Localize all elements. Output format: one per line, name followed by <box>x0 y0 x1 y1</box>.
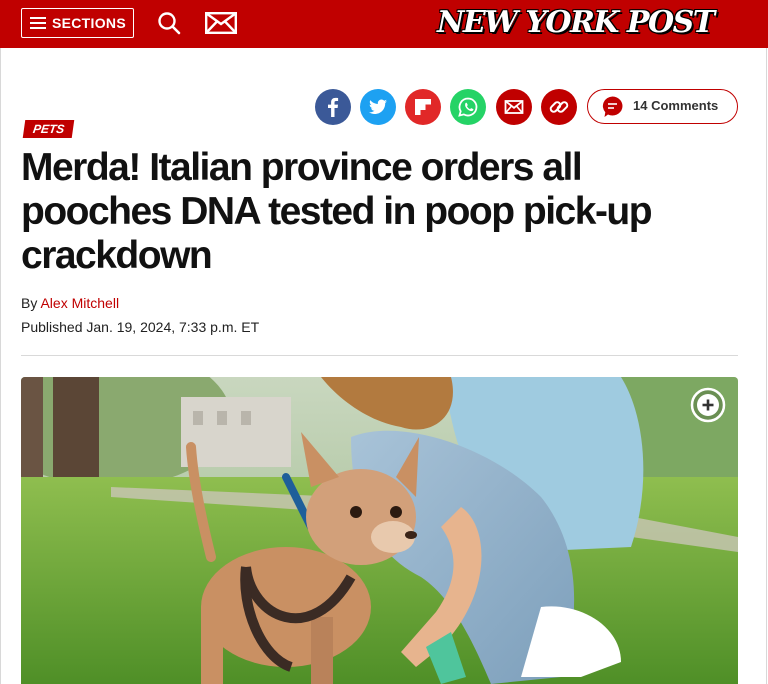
whatsapp-icon <box>458 97 478 117</box>
link-icon <box>549 101 569 113</box>
flipboard-share-button[interactable] <box>405 89 441 125</box>
section-tag-pets[interactable]: PETS <box>22 120 75 138</box>
page-border-left <box>0 48 1 684</box>
site-logo[interactable]: NEW YORK POST <box>437 4 715 42</box>
dog-photo-illustration <box>21 377 738 684</box>
copy-link-button[interactable] <box>541 89 577 125</box>
whatsapp-share-button[interactable] <box>450 89 486 125</box>
sections-label: SECTIONS <box>52 15 126 31</box>
site-header: SECTIONS NEW YORK POST <box>0 0 768 48</box>
twitter-icon <box>369 99 387 114</box>
flipboard-icon <box>415 99 431 115</box>
byline-prefix: By <box>21 295 38 311</box>
email-icon <box>504 100 524 114</box>
hamburger-icon <box>30 17 46 29</box>
lead-photo[interactable] <box>21 377 738 684</box>
search-icon[interactable] <box>157 11 181 40</box>
comments-button[interactable]: 14 Comments <box>587 89 738 124</box>
comments-count: 14 Comments <box>633 98 719 113</box>
comment-bubble-icon <box>602 96 623 117</box>
divider <box>21 355 738 356</box>
byline: By Alex Mitchell <box>21 295 119 311</box>
email-icon[interactable] <box>205 12 238 39</box>
facebook-icon <box>328 97 339 117</box>
publish-date: Published Jan. 19, 2024, 7:33 p.m. ET <box>21 319 260 335</box>
facebook-share-button[interactable] <box>315 89 351 125</box>
author-link[interactable]: Alex Mitchell <box>40 295 119 311</box>
twitter-share-button[interactable] <box>360 89 396 125</box>
sections-menu-button[interactable]: SECTIONS <box>21 8 134 38</box>
expand-photo-button[interactable] <box>690 387 726 423</box>
article-headline: Merda! Italian province orders all pooch… <box>21 146 653 277</box>
plus-circle-icon <box>690 387 726 423</box>
page-border-right <box>766 48 767 684</box>
email-share-button[interactable] <box>496 89 532 125</box>
